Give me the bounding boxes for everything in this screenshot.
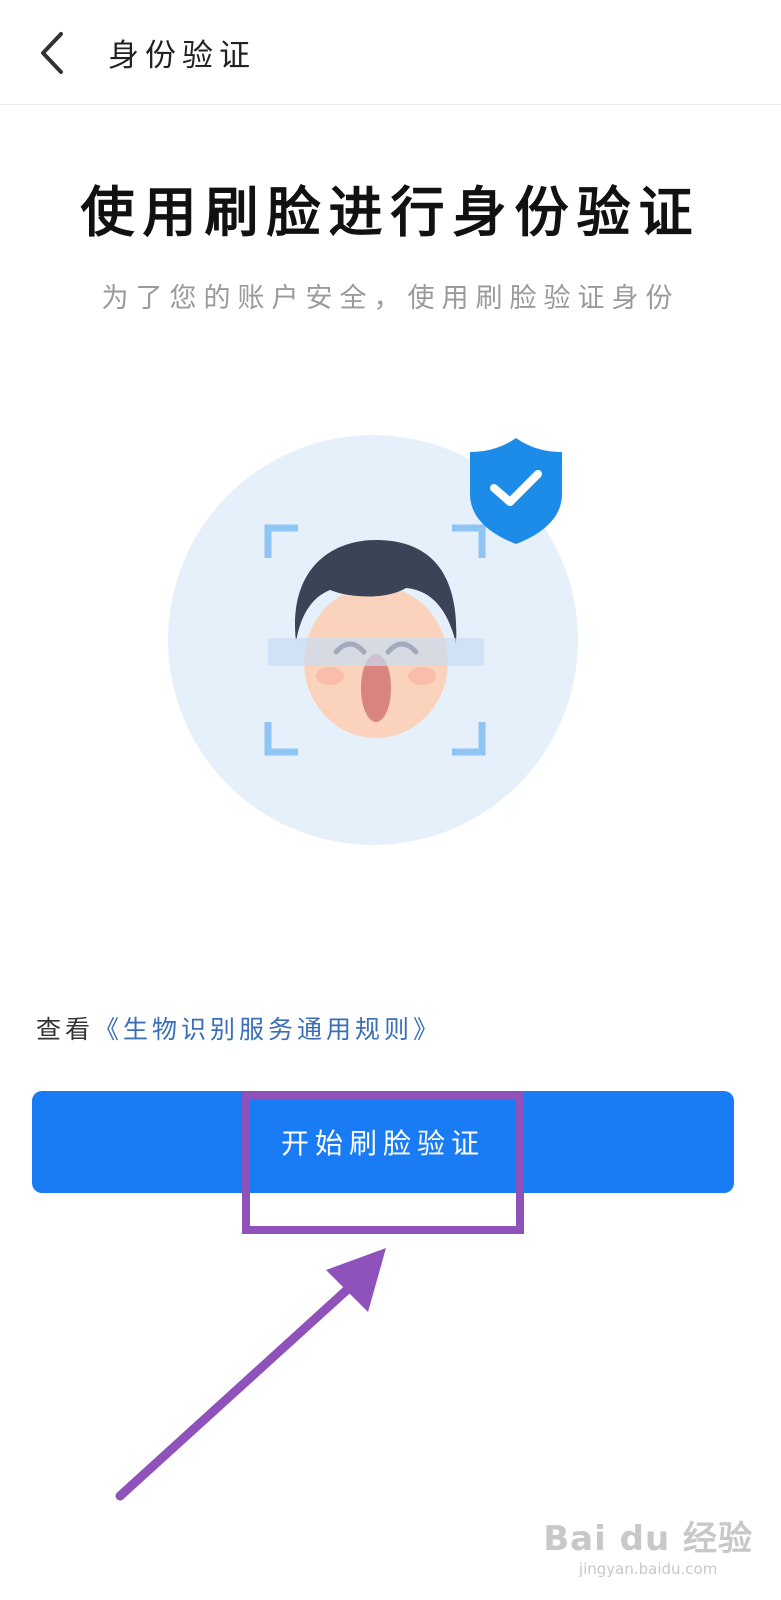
pointer-arrow-icon xyxy=(115,1248,386,1501)
face-scan-illustration xyxy=(168,435,578,845)
header-bar: 身份验证 xyxy=(0,0,781,105)
watermark-logo: Bai du 经验 jingyan.baidu.com xyxy=(543,1511,753,1578)
watermark-url: jingyan.baidu.com xyxy=(578,1560,718,1578)
subtitle: 为了您的账户安全，使用刷脸验证身份 xyxy=(101,283,680,314)
main-title: 使用刷脸进行身份验证 xyxy=(80,181,701,244)
chevron-left-icon[interactable] xyxy=(34,28,74,78)
scan-line xyxy=(268,638,484,666)
start-button-label: 开始刷脸验证 xyxy=(280,1127,485,1160)
biometric-rules-link[interactable]: 《生物识别服务通用规则》 xyxy=(94,1015,442,1044)
watermark-brand: Bai du 经验 xyxy=(543,1519,753,1559)
start-face-verification-button[interactable]: 开始刷脸验证 xyxy=(32,1091,734,1193)
rules-line: 查看《生物识别服务通用规则》 xyxy=(36,1010,442,1046)
page-title: 身份验证 xyxy=(108,38,256,74)
rules-prefix: 查看 xyxy=(36,1015,95,1044)
